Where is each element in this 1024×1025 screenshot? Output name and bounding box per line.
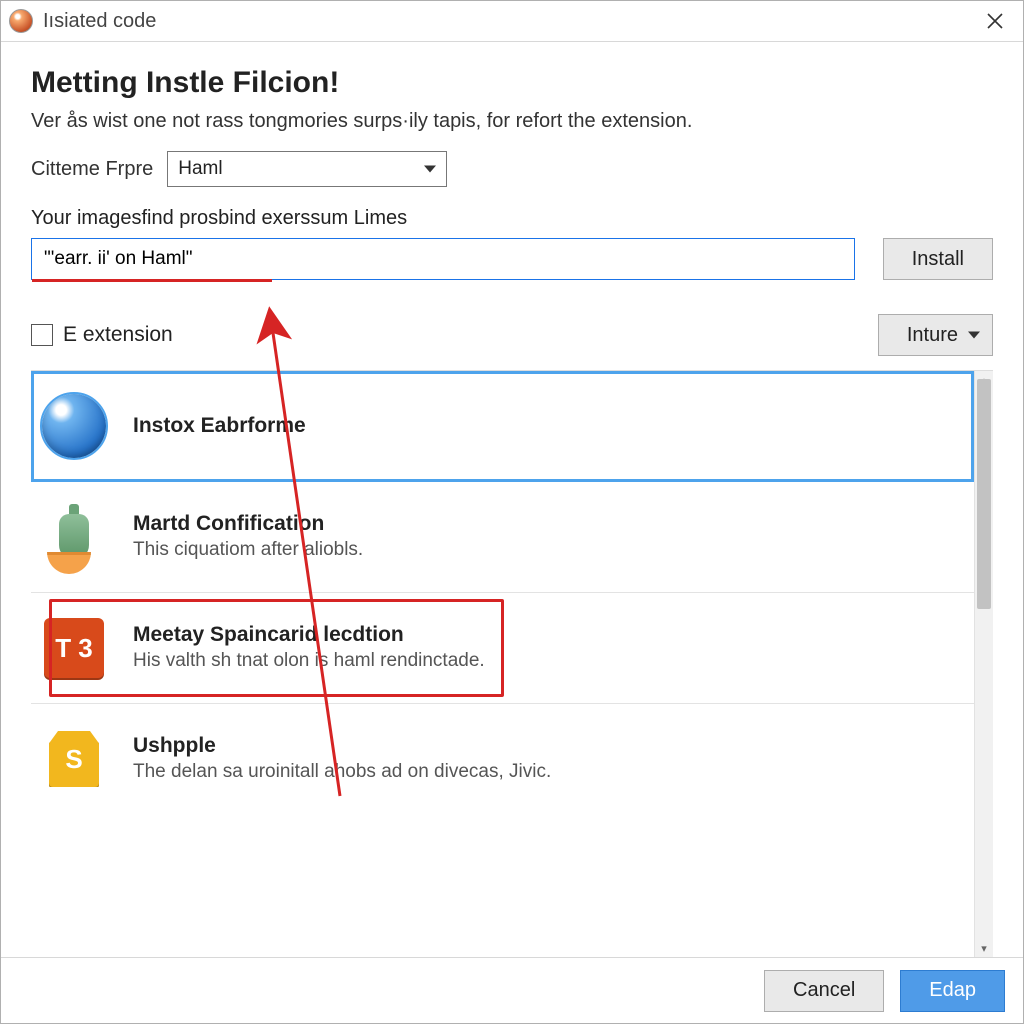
page-heading: Metting Instle Filcion! [31,66,993,100]
list-item-title: Ushpple [133,734,551,758]
t3-icon: T 3 [44,618,104,678]
cancel-button[interactable]: Cancel [764,970,884,1012]
list-item-title: Martd Confification [133,512,363,536]
titlebar: Iısiated code [1,1,1023,41]
scroll-down-icon[interactable]: ▾ [975,939,993,957]
annotation-underline [32,279,272,282]
extension-checkbox[interactable] [31,324,53,346]
window-title: Iısiated code [43,10,156,33]
filter-label: Citteme Frpre [31,158,153,181]
chevron-down-icon [968,332,980,339]
ok-button[interactable]: Edap [900,970,1005,1012]
list-item-desc: His valth sh tnat olon is haml rendincta… [133,649,485,673]
list-item-title: Meetay Spaincarid lecdtion [133,623,485,647]
search-input-wrapper [31,238,855,280]
list-item[interactable]: Instox Eabrforme [31,371,974,482]
filter-select[interactable]: Haml [167,151,447,187]
install-button[interactable]: Install [883,238,993,280]
list-item[interactable]: Martd Confification This ciquatiom after… [31,482,974,593]
scrollbar[interactable]: ▴ ▾ [974,371,993,957]
sort-dropdown-label: Inture [907,324,958,347]
filter-select-value: Haml [178,158,222,180]
page-subtitle: Ver ås wist one not rass tongmories surp… [31,110,993,133]
app-icon [9,9,33,33]
dialog-footer: Cancel Edap [1,957,1023,1023]
list-item-desc: This ciquatiom after aliobls. [133,538,363,562]
list-item[interactable]: S Ushpple The delan sa uroinitall ahobs … [31,704,974,814]
bottle-icon [47,504,101,570]
close-button[interactable] [975,1,1015,41]
close-icon [987,13,1003,29]
search-input[interactable] [42,239,844,279]
extension-checkbox-wrapper[interactable]: E extension [31,323,173,347]
chevron-down-icon [424,166,436,173]
list-item[interactable]: T 3 Meetay Spaincarid lecdtion His valth… [31,593,974,704]
globe-icon [42,394,106,458]
sort-dropdown[interactable]: Inture [878,314,993,356]
search-label: Your imagesfind prosbind exerssum Limes [31,207,993,230]
extension-checkbox-label: E extension [63,323,173,347]
list-item-title: Instox Eabrforme [133,414,306,438]
results-list: Instox Eabrforme Martd Confification Thi… [31,371,974,957]
list-item-desc: The delan sa uroinitall ahobs ad on dive… [133,760,551,784]
bag-icon: S [49,731,99,787]
scrollbar-thumb[interactable] [977,379,991,609]
